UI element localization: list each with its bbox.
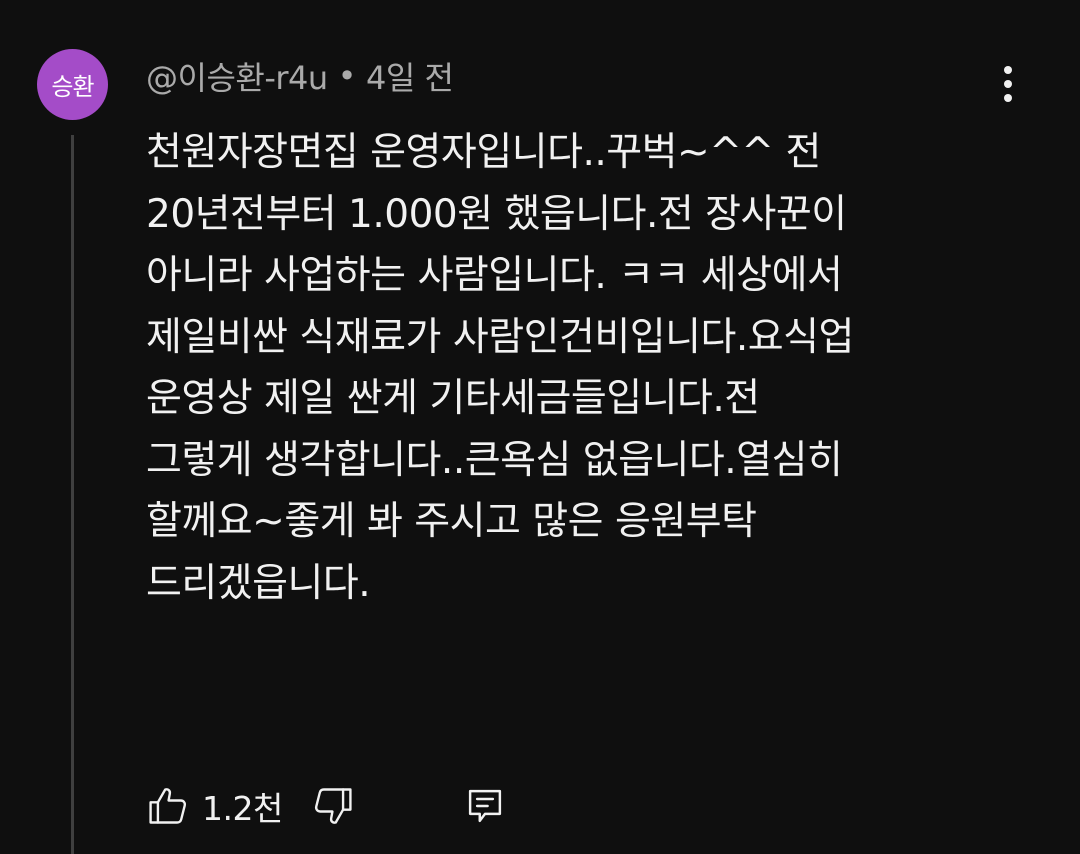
- comment-text-line: 20년전부터 1.000원 했읍니다.전 장사꾼이: [146, 191, 847, 237]
- comment-text-line: 제일비싼 식재료가 사람인건비입니다.요식업: [146, 314, 854, 360]
- comment-text-line: 운영상 제일 싼게 기타세금들입니다.전: [146, 376, 760, 421]
- comment-actions: 1.2천: [144, 778, 509, 834]
- comment-text-line: 드리겠읍니다.: [146, 560, 371, 606]
- comment-text-line: 천원자장면집 운영자입니다..꾸벅~^^ 전: [146, 130, 821, 175]
- thumbs-down-icon: [314, 788, 352, 824]
- comment-meta: @이승환-r4u • 4일 전: [146, 53, 454, 99]
- comment-body: 천원자장면집 운영자입니다..꾸벅~^^ 전 20년전부터 1.000원 했읍니…: [146, 122, 1046, 614]
- meta-separator: •: [337, 57, 357, 95]
- comment-text-line: 아니라 사업하는 사람입니다. ㅋㅋ 세상에서: [146, 253, 843, 298]
- like-count: 1.2천: [202, 789, 283, 828]
- reply-comment-icon: [468, 789, 501, 823]
- more-vert-icon[interactable]: [985, 58, 1031, 110]
- comment-text-line: 할께요~좋게 봐 주시고 많은 응원부탁: [146, 499, 757, 544]
- avatar[interactable]: 승환: [37, 49, 108, 120]
- like-button[interactable]: [144, 782, 192, 830]
- thread-line: [71, 135, 74, 854]
- dislike-button[interactable]: [309, 782, 357, 830]
- comment-screen: 승환 @이승환-r4u • 4일 전 천원자장면집 운영자입니다..꾸벅~^^ …: [0, 0, 1080, 854]
- comment-text-line: 그렇게 생각합니다..큰욕심 없읍니다.열심히: [146, 437, 843, 483]
- comment-timestamp[interactable]: 4일 전: [366, 53, 454, 99]
- avatar-initials: 승환: [51, 73, 94, 101]
- reply-button[interactable]: [461, 782, 509, 830]
- author-handle[interactable]: @이승환-r4u: [146, 53, 328, 99]
- thumbs-up-icon: [149, 788, 187, 824]
